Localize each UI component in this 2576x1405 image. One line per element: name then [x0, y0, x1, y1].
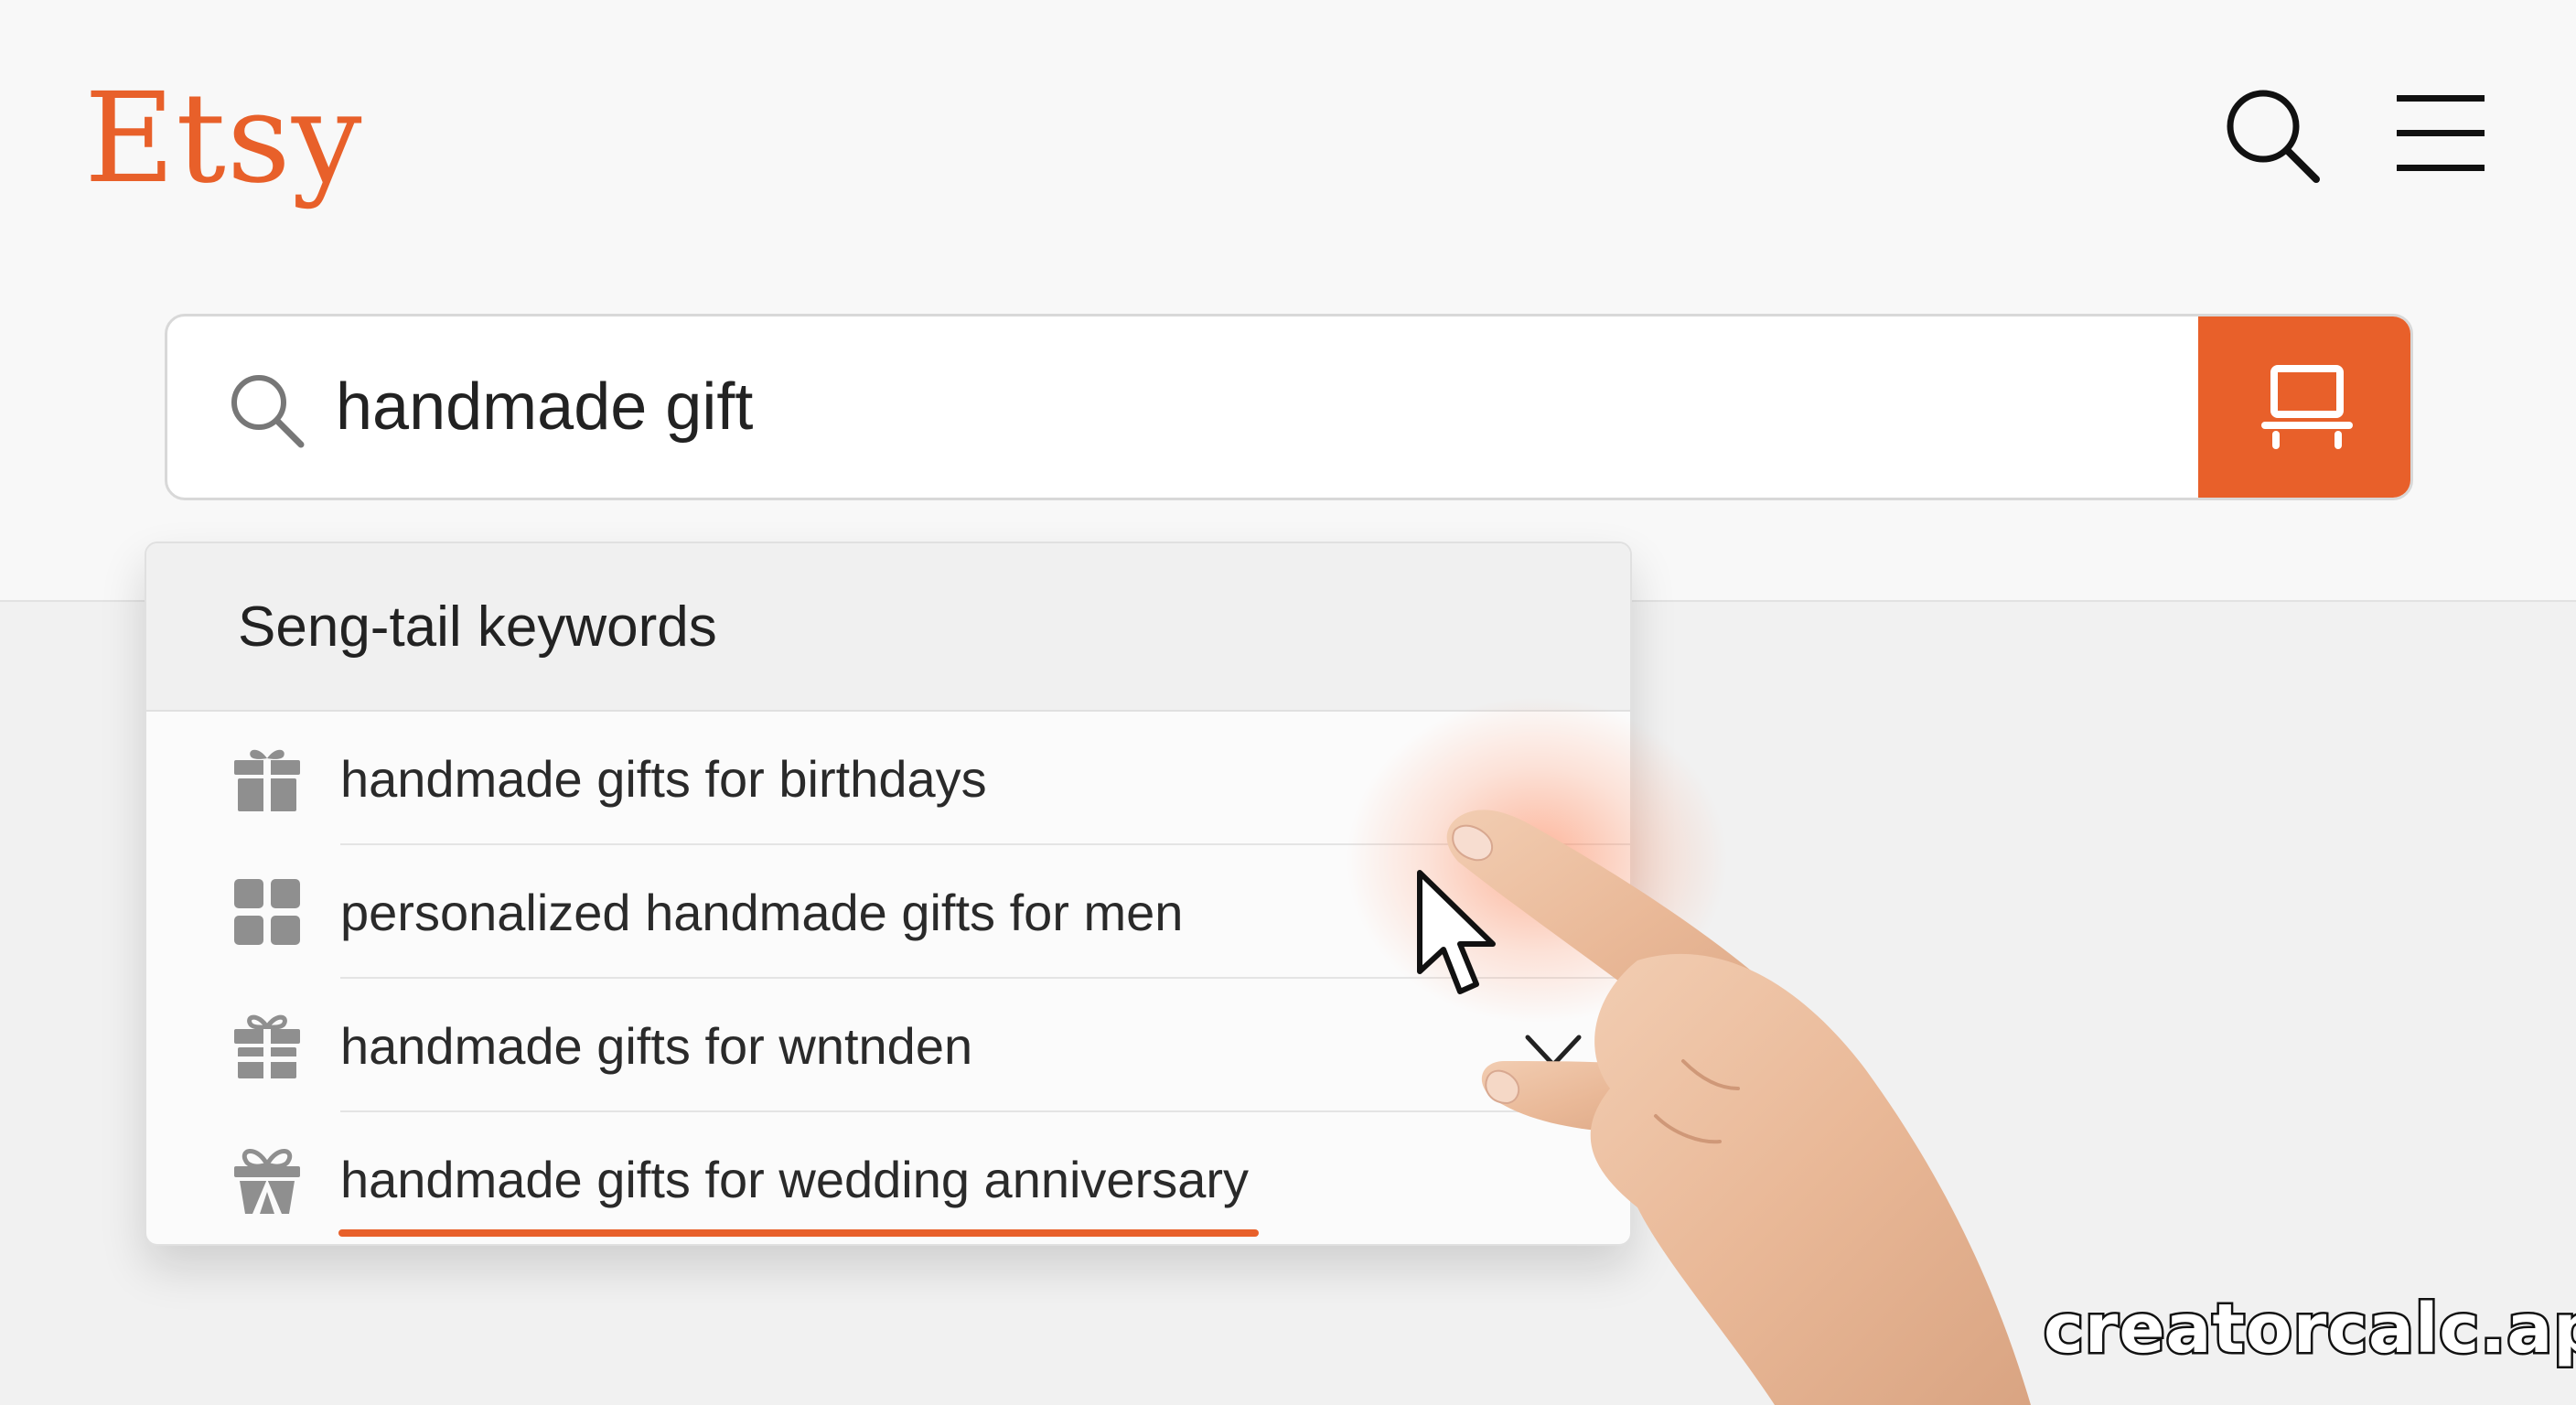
suggestion-item-selected[interactable]: handmade gifts for wedding anniversary: [146, 1112, 1630, 1244]
etsy-logo[interactable]: Etsy: [84, 66, 363, 212]
dropdown-header: Seng-tail keywords: [146, 543, 1630, 712]
suggestion-label: handmade gifts for wntnden: [340, 1016, 973, 1075]
selected-underline: [338, 1229, 1259, 1237]
search-bar: [165, 314, 2413, 500]
gift-icon: [231, 742, 304, 815]
hamburger-menu-icon[interactable]: [2393, 91, 2488, 174]
monitor-icon: [2261, 365, 2353, 449]
search-submit-button[interactable]: [2198, 316, 2410, 498]
header-background: [0, 0, 2576, 602]
search-input[interactable]: [336, 316, 2257, 498]
gift-icon: [231, 1009, 304, 1082]
gift-bow-icon: [231, 1142, 304, 1216]
suggestion-label: personalized handmade gifts for men: [340, 883, 1184, 941]
search-icon[interactable]: [2221, 84, 2324, 187]
watermark: creatorcalc.app: [2041, 1288, 2576, 1371]
suggestion-label: handmade gifts for birthdays: [340, 749, 987, 808]
search-icon: [226, 370, 308, 452]
grid-icon: [231, 875, 304, 949]
suggestion-label: handmade gifts for wedding anniversary: [340, 1150, 1250, 1208]
